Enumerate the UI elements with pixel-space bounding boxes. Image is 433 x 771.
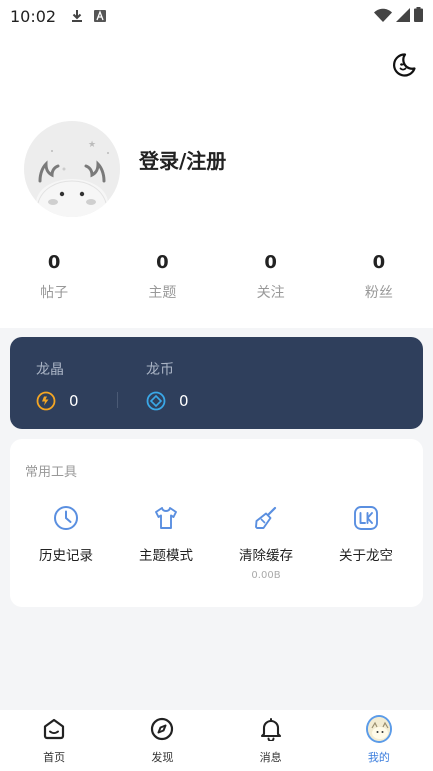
tab-home[interactable]: 首页 xyxy=(0,710,108,771)
tab-label: 首页 xyxy=(43,751,66,764)
clock-icon xyxy=(54,506,78,530)
stat-label: 粉丝 xyxy=(364,285,393,301)
stat-label: 关注 xyxy=(256,285,285,301)
svg-text:★: ★ xyxy=(88,140,96,150)
app-notification-icon xyxy=(94,10,107,22)
avatar-icon xyxy=(365,715,392,743)
wallet-crystal[interactable]: 龙晶 0 xyxy=(36,359,79,411)
bottom-tab-bar: 首页 发现 消息 我的 xyxy=(0,710,433,771)
bell-icon xyxy=(258,716,284,742)
wallet-crystal-value: 0 xyxy=(69,392,79,410)
wallet-crystal-title: 龙晶 xyxy=(36,362,64,378)
tool-label: 主题模式 xyxy=(139,548,193,564)
tshirt-icon xyxy=(155,507,177,529)
home-icon xyxy=(41,716,67,742)
stat-value: 0 xyxy=(372,252,386,273)
login-register-link[interactable]: 登录/注册 xyxy=(139,145,226,174)
wallet-divider xyxy=(117,392,118,408)
tool-clear-cache[interactable]: 清除缓存 0.00B xyxy=(216,505,316,581)
wallet-coin[interactable]: 龙币 0 xyxy=(146,359,189,411)
tool-theme[interactable]: 主题模式 xyxy=(116,505,216,564)
crystal-icon xyxy=(36,391,56,411)
tools-card: 常用工具 历史记录 主题模式 清除缓存 0.00B 关于龙空 xyxy=(10,439,423,607)
stat-following[interactable]: 0 关注 xyxy=(217,252,325,302)
signal-icon xyxy=(396,7,410,26)
lk-logo-icon xyxy=(354,506,378,530)
stat-label: 主题 xyxy=(148,285,177,301)
status-bar: 10:02 xyxy=(0,0,433,32)
coin-icon xyxy=(146,391,166,411)
tool-history[interactable]: 历史记录 xyxy=(16,505,116,564)
dragon-mascot-icon: ★ xyxy=(24,121,120,217)
tools-title: 常用工具 xyxy=(25,465,78,480)
stat-value: 0 xyxy=(156,252,169,273)
tool-label: 清除缓存 xyxy=(239,548,293,564)
cache-size: 0.00B xyxy=(251,570,281,581)
stats-row: 0 帖子 0 主题 0 关注 0 粉丝 xyxy=(0,252,433,302)
tab-messages[interactable]: 消息 xyxy=(217,710,325,771)
tab-label: 发现 xyxy=(151,751,174,764)
stat-followers[interactable]: 0 粉丝 xyxy=(325,252,433,302)
stat-label: 帖子 xyxy=(40,285,69,301)
tab-discover[interactable]: 发现 xyxy=(108,710,216,771)
moon-icon xyxy=(393,53,416,77)
tool-label: 历史记录 xyxy=(39,548,93,564)
stat-topics[interactable]: 0 主题 xyxy=(108,252,216,302)
stat-posts[interactable]: 0 帖子 xyxy=(0,252,108,302)
night-mode-button[interactable] xyxy=(389,50,419,80)
tool-label: 关于龙空 xyxy=(339,548,393,564)
compass-icon xyxy=(149,716,175,742)
tab-mine[interactable]: 我的 xyxy=(325,710,433,771)
stat-value: 0 xyxy=(47,252,61,273)
avatar[interactable]: ★ xyxy=(24,121,120,217)
stat-value: 0 xyxy=(264,252,277,273)
wallet-coin-value: 0 xyxy=(179,392,189,410)
battery-icon xyxy=(414,6,423,26)
wallet-coin-title: 龙币 xyxy=(146,362,174,378)
download-icon xyxy=(70,9,84,23)
tool-about[interactable]: 关于龙空 xyxy=(316,505,416,564)
broom-icon xyxy=(255,506,277,529)
tab-label: 我的 xyxy=(367,751,390,764)
wallet-card: 龙晶 0 龙币 0 xyxy=(10,337,423,429)
wifi-icon xyxy=(374,7,392,26)
tab-label: 消息 xyxy=(259,751,282,764)
status-time: 10:02 xyxy=(10,6,57,26)
